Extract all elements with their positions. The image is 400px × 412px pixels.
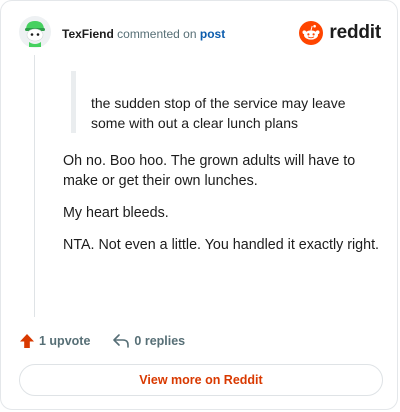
upvote-count: 1 upvote (39, 334, 91, 348)
replies-count: 0 replies (134, 334, 186, 348)
commented-on-text: commented on (117, 27, 197, 41)
comment-header: TexFiend commented on post reddit (19, 16, 381, 50)
comment-embed-card: TexFiend commented on post reddit the su… (0, 0, 398, 410)
comment-meta: TexFiend commented on post (62, 27, 225, 41)
comment-paragraph: NTA. Not even a little. You handled it e… (63, 237, 380, 253)
thread-line (34, 55, 35, 317)
reddit-brand[interactable]: reddit (299, 20, 381, 46)
comment-paragraph: My heart bleeds. (63, 205, 169, 221)
upvote-arrow-icon (20, 334, 34, 348)
comment-paragraph: Oh no. Boo hoo. The grown adults will ha… (63, 153, 356, 189)
quoted-text: the sudden stop of the service may leave… (91, 95, 346, 131)
reply-arrow-icon (113, 334, 130, 348)
post-link[interactable]: post (200, 27, 225, 41)
reddit-logo-icon (299, 21, 324, 45)
comment-actions: 1 upvote 0 replies (19, 331, 185, 351)
author-name[interactable]: TexFiend (62, 27, 114, 41)
view-more-on-reddit-button[interactable]: View more on Reddit (19, 364, 383, 396)
replies-button[interactable]: 0 replies (112, 333, 185, 349)
quoted-text-block: the sudden stop of the service may leave… (71, 71, 371, 133)
snoo-avatar-icon[interactable] (19, 16, 51, 48)
reddit-wordmark: reddit (329, 22, 381, 43)
upvote-button[interactable]: 1 upvote (19, 333, 90, 349)
comment-body: Oh no. Boo hoo. The grown adults will ha… (63, 151, 383, 267)
